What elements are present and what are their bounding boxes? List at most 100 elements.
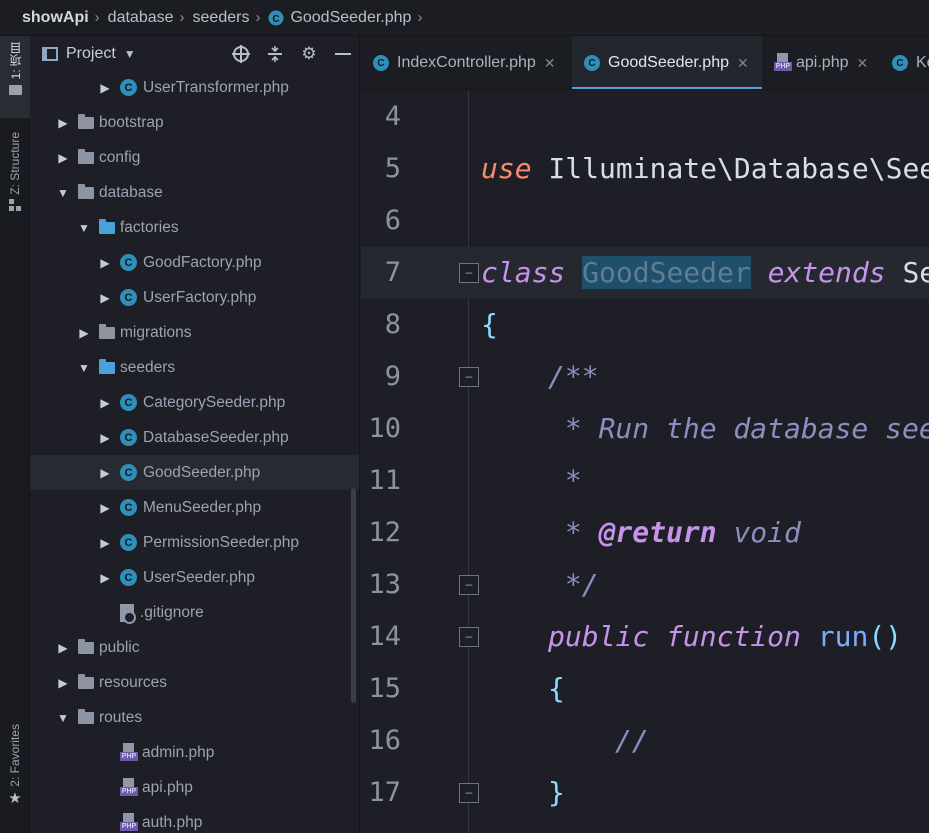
tree-item[interactable]: ▶ config	[30, 140, 359, 175]
code-line: 10 * Run the database see	[361, 403, 929, 455]
collapsed-arrow-icon[interactable]: ▶	[77, 326, 91, 340]
breadcrumb-item-file[interactable]: C GoodSeeder.php	[268, 9, 411, 27]
line-number: 14	[368, 621, 401, 652]
tree-item[interactable]: ▶ C PermissionSeeder.php	[30, 525, 359, 560]
breadcrumb-item-seeders[interactable]: seeders	[193, 9, 250, 27]
tree-item[interactable]: ▶ C DatabaseSeeder.php	[30, 420, 359, 455]
expanded-arrow-icon[interactable]: ▼	[56, 711, 70, 725]
tree-item-label: MenuSeeder.php	[143, 498, 262, 516]
tree-item[interactable]: .gitignore	[30, 595, 359, 630]
tree-item-label: GoodFactory.php	[143, 253, 262, 271]
editor-tabs: C IndexController.php ✕ C GoodSeeder.php…	[361, 36, 929, 90]
collapsed-arrow-icon[interactable]: ▶	[98, 501, 112, 515]
tree-item[interactable]: ▶ public	[30, 630, 359, 665]
folder-icon	[78, 638, 94, 654]
code-line: 6	[361, 195, 929, 247]
keyword-function: function	[649, 620, 801, 653]
tree-item-label: public	[99, 638, 140, 656]
collapsed-arrow-icon[interactable]: ▶	[98, 256, 112, 270]
tree-item-label: bootstrap	[99, 113, 164, 131]
fold-icon[interactable]: –	[459, 367, 479, 387]
tree-item[interactable]: ▶ C GoodSeeder.php	[30, 455, 359, 490]
tab-ke[interactable]: C Ke	[880, 36, 929, 89]
chevron-right-icon: ›	[255, 9, 261, 26]
breadcrumb-item-database[interactable]: database	[108, 9, 174, 27]
project-title: Project	[66, 45, 116, 62]
tree-item[interactable]: PHP admin.php	[30, 735, 359, 770]
code-line: 14 – public function run()	[361, 611, 929, 663]
tree-item[interactable]: ▼ seeders	[30, 350, 359, 385]
tab-good-seeder[interactable]: C GoodSeeder.php ✕	[572, 36, 762, 89]
code-line-current: 7 – class GoodSeeder extends Se	[361, 247, 929, 299]
tree-item-label: migrations	[120, 323, 192, 341]
tree-item[interactable]: ▼ database	[30, 175, 359, 210]
tree-item[interactable]: ▶ resources	[30, 665, 359, 700]
project-window-icon	[42, 47, 58, 61]
project-tool-button[interactable]: 1: 项目	[0, 36, 30, 118]
project-scrollbar[interactable]	[351, 488, 356, 703]
tree-item[interactable]: ▶ bootstrap	[30, 105, 359, 140]
target-icon[interactable]	[231, 42, 251, 66]
tree-item[interactable]: ▶ C UserTransformer.php	[30, 70, 359, 105]
code-line: 16 //	[361, 715, 929, 767]
collapsed-arrow-icon[interactable]: ▶	[98, 81, 112, 95]
collapsed-arrow-icon[interactable]: ▶	[56, 151, 70, 165]
collapsed-arrow-icon[interactable]: ▶	[56, 116, 70, 130]
fold-icon[interactable]: –	[459, 783, 479, 803]
class-icon: C	[120, 289, 137, 306]
structure-tool-button[interactable]: Z: Structure	[0, 132, 30, 232]
tree-item[interactable]: ▶ C GoodFactory.php	[30, 245, 359, 280]
class-name-highlight: GoodSeeder	[582, 256, 751, 289]
breadcrumb-root[interactable]: showApi	[22, 9, 89, 27]
collapsed-arrow-icon[interactable]: ▶	[98, 536, 112, 550]
code-line: 13 – */	[361, 559, 929, 611]
tree-item[interactable]: ▶ C UserFactory.php	[30, 280, 359, 315]
expanded-arrow-icon[interactable]: ▼	[77, 361, 91, 375]
favorites-tool-button[interactable]: 2: Favorites ★	[0, 724, 30, 824]
expanded-arrow-icon[interactable]: ▼	[56, 186, 70, 200]
code-line: 15 {	[361, 663, 929, 715]
line-number: 10	[368, 413, 401, 444]
fold-icon[interactable]: –	[459, 575, 479, 595]
close-icon[interactable]: ✕	[544, 55, 556, 72]
collapsed-arrow-icon[interactable]: ▶	[98, 466, 112, 480]
project-tool-label: 1: 项目	[8, 42, 23, 80]
expanded-arrow-icon[interactable]: ▼	[77, 221, 91, 235]
collapsed-arrow-icon[interactable]: ▶	[98, 396, 112, 410]
tree-item[interactable]: ▶ C UserSeeder.php	[30, 560, 359, 595]
gear-icon[interactable]: ⚙	[299, 42, 319, 66]
tab-api-php[interactable]: PHP api.php ✕	[762, 36, 880, 89]
close-brace: }	[548, 776, 565, 809]
minimize-icon[interactable]	[333, 42, 353, 66]
gitignore-icon	[120, 603, 136, 624]
folder-icon	[99, 218, 115, 234]
tree-item-label: DatabaseSeeder.php	[143, 428, 289, 446]
tree-item[interactable]: ▼ factories	[30, 210, 359, 245]
tree-item[interactable]: PHP auth.php	[30, 805, 359, 833]
tree-item-label: CategorySeeder.php	[143, 393, 286, 411]
code-line: 8 {	[361, 299, 929, 351]
tree-item[interactable]: PHP api.php	[30, 770, 359, 805]
fold-icon[interactable]: –	[459, 263, 479, 283]
tree-item[interactable]: ▶ migrations	[30, 315, 359, 350]
close-icon[interactable]: ✕	[737, 55, 749, 72]
tree-item[interactable]: ▶ C CategorySeeder.php	[30, 385, 359, 420]
collapsed-arrow-icon[interactable]: ▶	[56, 676, 70, 690]
collapsed-arrow-icon[interactable]: ▶	[98, 571, 112, 585]
collapse-icon[interactable]	[265, 42, 285, 66]
tab-index-controller[interactable]: C IndexController.php ✕	[361, 36, 572, 89]
code-editor[interactable]: 4 5 use Illuminate\Database\See 6 7 – cl…	[361, 91, 929, 833]
collapsed-arrow-icon[interactable]: ▶	[98, 431, 112, 445]
folder-icon	[78, 113, 94, 129]
tree-item[interactable]: ▼ routes	[30, 700, 359, 735]
tree-item-label: admin.php	[142, 743, 215, 761]
collapsed-arrow-icon[interactable]: ▶	[56, 641, 70, 655]
close-icon[interactable]: ✕	[857, 55, 869, 72]
fold-icon[interactable]: –	[459, 627, 479, 647]
class-icon: C	[373, 55, 389, 71]
code-line: 9 – /**	[361, 351, 929, 403]
collapsed-arrow-icon[interactable]: ▶	[98, 291, 112, 305]
tree-item-label: .gitignore	[140, 603, 204, 621]
tree-item[interactable]: ▶ C MenuSeeder.php	[30, 490, 359, 525]
tree-item-label: UserFactory.php	[143, 288, 257, 306]
